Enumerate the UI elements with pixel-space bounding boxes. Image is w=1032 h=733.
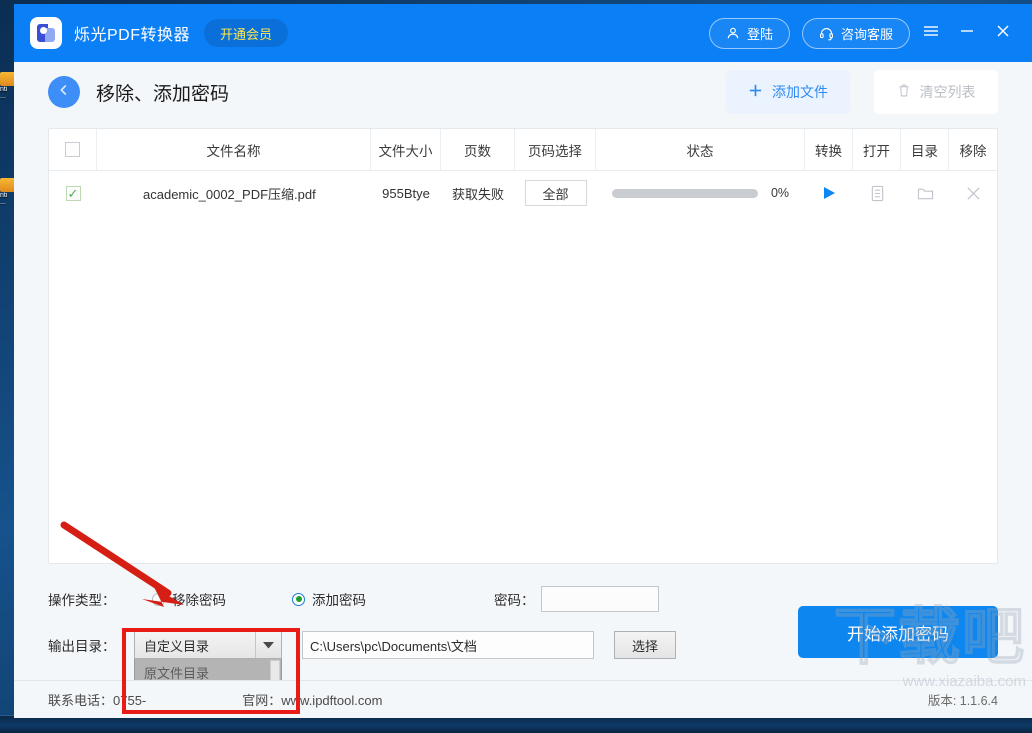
file-name-cell: academic_0002_PDF压缩.pdf: [143, 186, 316, 202]
page-title: 移除、添加密码: [96, 83, 230, 105]
caret-down-icon[interactable]: [255, 632, 281, 658]
file-size-cell: 955Btye: [382, 185, 430, 201]
add-file-button[interactable]: 添加文件: [726, 70, 850, 114]
remove-password-radio[interactable]: 移除密码: [152, 589, 292, 609]
customer-support-button[interactable]: 咨询客服: [801, 17, 910, 49]
remove-cell: [949, 185, 997, 202]
convert-cell: [805, 185, 853, 201]
choose-directory-button[interactable]: 选择: [614, 631, 676, 659]
page-select-cell: 全部: [515, 180, 596, 206]
footer-bar: 联系电话：0755- 官网：www.ipdftool.com 版本: 1.1.6…: [14, 680, 1032, 718]
contact-phone: 联系电话：0755-: [48, 693, 147, 708]
select-all-header: [49, 129, 97, 170]
version-label: 版本: 1.1.6.4: [927, 694, 998, 708]
login-label: 登陆: [746, 26, 773, 42]
open-cell: [853, 185, 901, 202]
column-header-size: 文件大小: [371, 129, 441, 170]
progress-bar: [611, 188, 758, 198]
headset-icon: [819, 26, 834, 41]
folder-icon[interactable]: [917, 186, 934, 201]
minimize-button[interactable]: [952, 18, 982, 48]
user-icon: [726, 26, 740, 40]
operation-type-label: 操作类型：: [48, 593, 116, 608]
app-title: 烁光PDF转换器: [74, 27, 191, 44]
output-path-input[interactable]: [302, 631, 594, 659]
column-header-status: 状态: [596, 129, 805, 170]
back-arrow-icon: [56, 82, 72, 103]
open-membership-button[interactable]: 开通会员: [204, 19, 289, 47]
password-input[interactable]: [540, 586, 659, 612]
close-x-icon[interactable]: [965, 185, 982, 202]
add-password-label: 添加密码: [312, 593, 366, 608]
website-link[interactable]: 官网：www.ipdftool.com: [242, 690, 382, 709]
password-label: 密码：: [494, 593, 535, 608]
login-button[interactable]: 登陆: [708, 17, 790, 49]
directory-cell: [901, 186, 949, 201]
check-icon: ✓: [67, 185, 79, 201]
column-header-dir: 目录: [901, 129, 949, 170]
add-password-radio[interactable]: 添加密码: [292, 589, 366, 609]
clear-list-label: 清空列表: [919, 84, 976, 100]
page-select-button[interactable]: 全部: [524, 180, 587, 206]
progress-label: 0%: [770, 186, 790, 200]
add-file-label: 添加文件: [772, 84, 828, 100]
file-list-panel: 文件名称 文件大小 页数 页码选择 状态 转换 打开 目录 移除 ✓ acade…: [48, 128, 998, 564]
column-header-open: 打开: [853, 129, 901, 170]
column-header-page-select: 页码选择: [515, 129, 596, 170]
column-header-pages: 页数: [441, 129, 515, 170]
output-dir-selected-value: 自定义目录: [144, 638, 210, 654]
column-header-name: 文件名称: [97, 129, 371, 170]
hamburger-icon: [923, 24, 939, 42]
remove-password-label: 移除密码: [172, 593, 226, 608]
output-dir-dropdown[interactable]: 自定义目录 原文件目录 自定义目录: [134, 631, 282, 712]
pdf-logo-icon: [37, 24, 55, 42]
row-checkbox[interactable]: ✓: [65, 185, 81, 201]
row-select-cell: ✓: [49, 185, 97, 201]
select-all-checkbox[interactable]: [65, 142, 80, 157]
support-label: 咨询客服: [840, 26, 893, 42]
column-header-convert: 转换: [805, 129, 853, 170]
title-bar: 烁光PDF转换器 开通会员 登陆 咨询客服: [14, 4, 1032, 62]
app-logo: [30, 17, 62, 49]
table-row: ✓ academic_0002_PDF压缩.pdf 955Btye 获取失败 全…: [49, 171, 997, 215]
close-button[interactable]: [988, 18, 1018, 48]
radio-circle-icon: [152, 592, 165, 606]
status-cell: 0%: [596, 186, 805, 200]
radio-circle-selected-icon: [292, 592, 305, 606]
file-pages-cell: 获取失败: [451, 186, 504, 202]
document-icon[interactable]: [870, 185, 885, 202]
output-dir-combo-display[interactable]: 自定义目录: [134, 631, 282, 659]
menu-button[interactable]: [916, 18, 946, 48]
application-window: 烁光PDF转换器 开通会员 登陆 咨询客服 移除、添加密码 添加文件 清空列表 …: [14, 4, 1032, 718]
play-icon[interactable]: [821, 185, 837, 201]
start-add-password-button[interactable]: 开始添加密码: [798, 606, 998, 658]
page-header: 移除、添加密码 添加文件 清空列表: [14, 62, 1032, 122]
plus-icon: [748, 83, 763, 101]
close-icon: [995, 23, 1011, 43]
minimize-icon: [959, 24, 975, 42]
table-header-row: 文件名称 文件大小 页数 页码选择 状态 转换 打开 目录 移除: [49, 129, 997, 171]
back-button[interactable]: [48, 76, 80, 108]
trash-icon: [897, 83, 911, 101]
clear-list-button[interactable]: 清空列表: [874, 70, 998, 114]
column-header-remove: 移除: [959, 143, 987, 159]
output-directory-label: 输出目录：: [48, 639, 116, 654]
